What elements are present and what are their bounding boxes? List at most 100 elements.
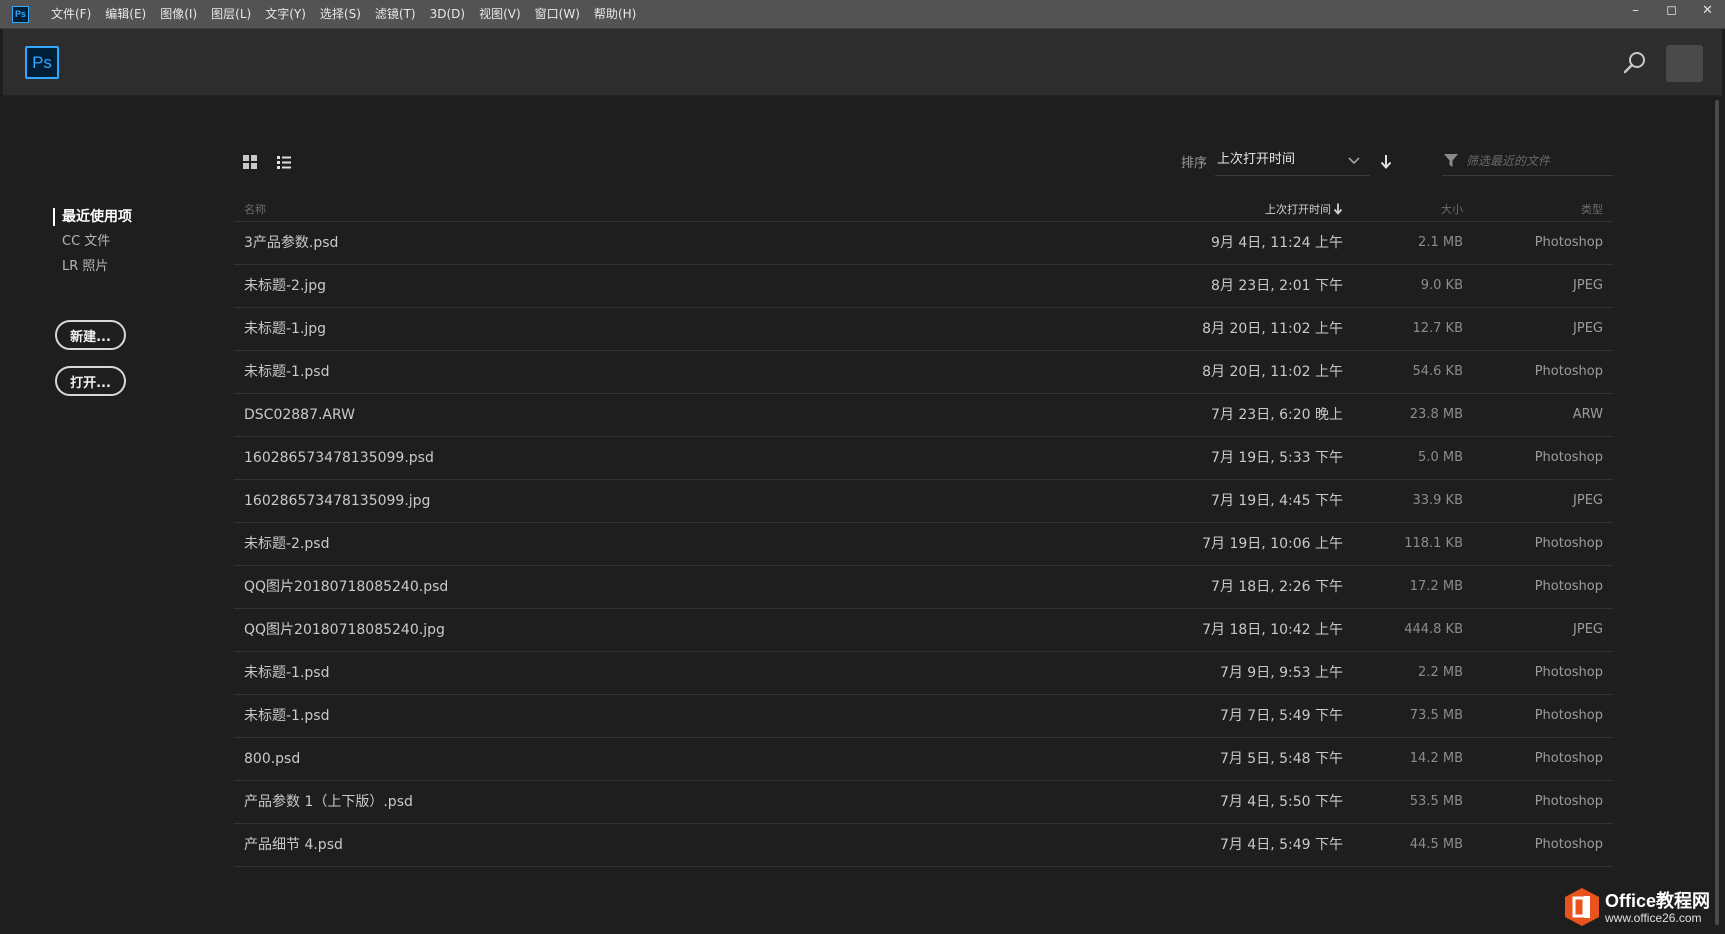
list-view-icon[interactable] bbox=[276, 154, 292, 170]
file-date: 7月 4日, 5:49 下午 bbox=[1219, 837, 1343, 853]
file-name: 产品细节 4.psd bbox=[244, 837, 343, 853]
file-name: QQ图片20180718085240.psd bbox=[244, 579, 449, 595]
file-date: 7月 18日, 10:42 上午 bbox=[1202, 622, 1343, 638]
file-type: Photoshop bbox=[1534, 665, 1603, 680]
table-row[interactable]: 未标题-1.psd 7月 7日, 5:49 下午 73.5 MB Photosh… bbox=[234, 695, 1613, 738]
file-date: 7月 7日, 5:49 下午 bbox=[1219, 708, 1343, 724]
file-size: 12.7 KB bbox=[1412, 321, 1463, 336]
table-row[interactable]: 160286573478135099.psd 7月 19日, 5:33 下午 5… bbox=[234, 437, 1613, 480]
file-name: 160286573478135099.psd bbox=[244, 450, 434, 466]
menu-edit[interactable]: 编辑(E) bbox=[98, 0, 153, 29]
table-row[interactable]: 160286573478135099.jpg 7月 19日, 4:45 下午 3… bbox=[234, 480, 1613, 523]
table-row[interactable]: QQ图片20180718085240.jpg 7月 18日, 10:42 上午 … bbox=[234, 609, 1613, 652]
table-row[interactable]: 未标题-2.psd 7月 19日, 10:06 上午 118.1 KB Phot… bbox=[234, 523, 1613, 566]
office-logo-icon bbox=[1565, 888, 1599, 926]
table-row[interactable]: 产品细节 4.psd 7月 4日, 5:49 下午 44.5 MB Photos… bbox=[234, 824, 1613, 867]
sidebar-item-recent[interactable]: 最近使用项 bbox=[53, 207, 132, 232]
search-icon[interactable] bbox=[1621, 49, 1649, 77]
sort-arrow-down-icon bbox=[1333, 203, 1343, 215]
menu-filter[interactable]: 滤镜(T) bbox=[368, 0, 423, 29]
file-name: 160286573478135099.jpg bbox=[244, 493, 431, 509]
file-size: 14.2 MB bbox=[1409, 751, 1463, 766]
file-size: 54.6 KB bbox=[1412, 364, 1463, 379]
table-row[interactable]: 产品参数 1（上下版）.psd 7月 4日, 5:50 下午 53.5 MB P… bbox=[234, 781, 1613, 824]
file-date: 7月 19日, 5:33 下午 bbox=[1211, 450, 1343, 466]
file-date: 7月 5日, 5:48 下午 bbox=[1219, 751, 1343, 767]
sort-label: 排序 bbox=[1181, 156, 1208, 171]
close-button[interactable]: ✕ bbox=[1690, 0, 1725, 21]
sort-value: 上次打开时间 bbox=[1217, 152, 1296, 167]
menu-image[interactable]: 图像(I) bbox=[153, 0, 204, 29]
menu-layer[interactable]: 图层(L) bbox=[204, 0, 258, 29]
filter-field[interactable] bbox=[1442, 146, 1613, 176]
table-row[interactable]: 3产品参数.psd 9月 4日, 11:24 上午 2.1 MB Photosh… bbox=[234, 222, 1613, 265]
sort-direction-arrow-icon[interactable] bbox=[1379, 154, 1393, 170]
file-name: 未标题-2.psd bbox=[244, 536, 330, 552]
open-button[interactable]: 打开... bbox=[55, 366, 126, 396]
file-type: JPEG bbox=[1573, 321, 1603, 336]
file-type: Photoshop bbox=[1534, 708, 1603, 723]
photoshop-app-icon[interactable]: Ps bbox=[12, 5, 29, 23]
file-date: 7月 4日, 5:50 下午 bbox=[1219, 794, 1343, 810]
vertical-scrollbar[interactable] bbox=[1715, 100, 1719, 925]
file-date: 8月 20日, 11:02 上午 bbox=[1202, 321, 1343, 337]
file-date: 7月 23日, 6:20 晚上 bbox=[1211, 407, 1343, 423]
sidebar: 最近使用项 CC 文件 LR 照片 bbox=[53, 207, 132, 282]
file-type: Photoshop bbox=[1534, 794, 1603, 809]
table-row[interactable]: QQ图片20180718085240.psd 7月 18日, 2:26 下午 1… bbox=[234, 566, 1613, 609]
table-row[interactable]: 未标题-2.jpg 8月 23日, 2:01 下午 9.0 KB JPEG bbox=[234, 265, 1613, 308]
filter-funnel-icon bbox=[1444, 154, 1458, 167]
file-name: 3产品参数.psd bbox=[244, 235, 339, 251]
avatar[interactable] bbox=[1666, 45, 1703, 82]
new-button[interactable]: 新建... bbox=[55, 320, 126, 350]
file-size: 118.1 KB bbox=[1404, 536, 1463, 551]
watermark-url: www.office26.com bbox=[1605, 911, 1702, 925]
sidebar-item-cc-files[interactable]: CC 文件 bbox=[53, 232, 132, 257]
column-header-type[interactable]: 类型 bbox=[1581, 201, 1603, 217]
maximize-button[interactable]: ◻ bbox=[1654, 0, 1689, 21]
column-header-date[interactable]: 上次打开时间 bbox=[1265, 201, 1343, 217]
menu-file[interactable]: 文件(F) bbox=[44, 0, 98, 29]
column-header-size[interactable]: 大小 bbox=[1441, 201, 1463, 217]
filter-input[interactable] bbox=[1464, 150, 1609, 172]
menu-window[interactable]: 窗口(W) bbox=[528, 0, 587, 29]
file-size: 9.0 KB bbox=[1420, 278, 1463, 293]
menu-view[interactable]: 视图(V) bbox=[472, 0, 528, 29]
menu-help[interactable]: 帮助(H) bbox=[587, 0, 643, 29]
menu-select[interactable]: 选择(S) bbox=[313, 0, 368, 29]
file-type: JPEG bbox=[1573, 493, 1603, 508]
file-name: 产品参数 1（上下版）.psd bbox=[244, 794, 413, 810]
grid-view-icon[interactable] bbox=[242, 154, 258, 170]
column-header-date-label: 上次打开时间 bbox=[1265, 203, 1331, 216]
file-name: 未标题-1.psd bbox=[244, 708, 330, 724]
menu-bar: Ps 文件(F) 编辑(E) 图像(I) 图层(L) 文字(Y) 选择(S) 滤… bbox=[0, 0, 1725, 29]
file-type: JPEG bbox=[1573, 278, 1603, 293]
menu-3d[interactable]: 3D(D) bbox=[423, 0, 472, 29]
file-size: 53.5 MB bbox=[1409, 794, 1463, 809]
sort-dropdown[interactable]: 上次打开时间 bbox=[1215, 146, 1370, 176]
file-type: Photoshop bbox=[1534, 536, 1603, 551]
column-header-name[interactable]: 名称 bbox=[244, 201, 266, 217]
table-row[interactable]: 未标题-1.jpg 8月 20日, 11:02 上午 12.7 KB JPEG bbox=[234, 308, 1613, 351]
file-size: 33.9 KB bbox=[1412, 493, 1463, 508]
table-row[interactable]: 800.psd 7月 5日, 5:48 下午 14.2 MB Photoshop bbox=[234, 738, 1613, 781]
file-size: 2.2 MB bbox=[1418, 665, 1463, 680]
file-name: 未标题-1.psd bbox=[244, 364, 330, 380]
watermark: Office教程网 www.office26.com bbox=[1563, 885, 1725, 933]
sidebar-item-lr-photos[interactable]: LR 照片 bbox=[53, 257, 132, 282]
minimize-button[interactable]: – bbox=[1618, 0, 1653, 21]
file-type: Photoshop bbox=[1534, 579, 1603, 594]
file-date: 8月 20日, 11:02 上午 bbox=[1202, 364, 1343, 380]
table-row[interactable]: 未标题-1.psd 7月 9日, 9:53 上午 2.2 MB Photosho… bbox=[234, 652, 1613, 695]
home-content: 最近使用项 CC 文件 LR 照片 新建... 打开... 排序 上次打开时间 bbox=[3, 97, 1722, 934]
photoshop-logo[interactable]: Ps bbox=[25, 46, 59, 79]
file-size: 23.8 MB bbox=[1409, 407, 1463, 422]
table-header: 名称 上次打开时间 大小 类型 bbox=[234, 196, 1613, 222]
file-date: 7月 18日, 2:26 下午 bbox=[1211, 579, 1343, 595]
file-name: QQ图片20180718085240.jpg bbox=[244, 622, 445, 638]
table-row[interactable]: 未标题-1.psd 8月 20日, 11:02 上午 54.6 KB Photo… bbox=[234, 351, 1613, 394]
menu-type[interactable]: 文字(Y) bbox=[258, 0, 313, 29]
file-type: JPEG bbox=[1573, 622, 1603, 637]
table-row[interactable]: DSC02887.ARW 7月 23日, 6:20 晚上 23.8 MB ARW bbox=[234, 394, 1613, 437]
file-type: ARW bbox=[1572, 407, 1603, 422]
